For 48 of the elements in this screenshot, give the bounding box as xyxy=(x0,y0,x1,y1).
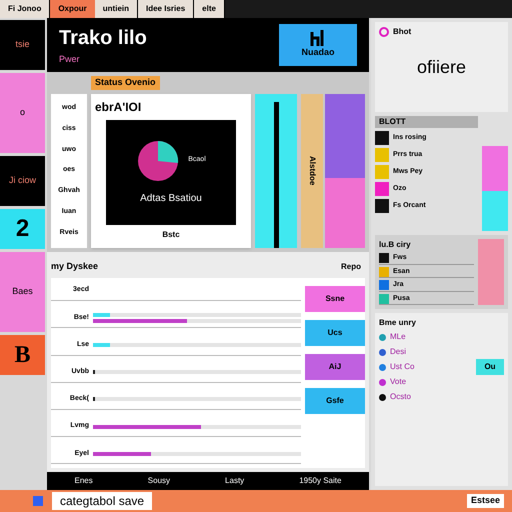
brand-name: ofiiere xyxy=(416,56,466,79)
panel-label: tsie xyxy=(15,38,30,52)
chip-button[interactable]: Ou xyxy=(476,359,504,375)
contact-label[interactable]: MLe xyxy=(390,331,406,343)
grid-icon xyxy=(32,495,44,507)
footer-label: Lasty xyxy=(225,475,244,487)
status-badge[interactable]: Gsfe xyxy=(305,388,365,414)
status-badge[interactable]: AiJ xyxy=(305,354,365,380)
card-title: ebrA'IOI xyxy=(95,98,142,116)
contact-label[interactable]: Desi xyxy=(390,346,406,358)
bottom-label: categtabol save xyxy=(52,492,152,510)
section-title: Bme unry xyxy=(379,317,417,329)
panel-label: 2 xyxy=(16,214,30,244)
footer-label: Enes xyxy=(74,475,93,487)
accent-panel xyxy=(325,178,365,248)
tab[interactable]: Oxpour xyxy=(50,0,95,18)
panel-label: Ji ciow xyxy=(8,174,36,188)
accent-panel xyxy=(478,239,504,305)
card-footer: Bstc xyxy=(162,228,180,240)
brand-label: Bhot xyxy=(393,26,412,38)
logo-label: Nuadao xyxy=(301,46,334,60)
contact-label[interactable]: Vote xyxy=(390,376,406,388)
chart-caption: Adtas Bsatiou xyxy=(140,192,202,206)
panel-label: Baes xyxy=(12,285,33,298)
status-badge[interactable]: Ssne xyxy=(305,286,365,312)
circle-icon xyxy=(379,27,389,37)
list-title: BLOTT xyxy=(375,116,478,128)
table-title: my Dyskee xyxy=(51,260,98,273)
panel-label: o xyxy=(20,106,25,120)
status-badge[interactable]: Ucs xyxy=(305,320,365,346)
panel-label: B xyxy=(14,341,30,370)
footer-label: 1950y Saite xyxy=(299,475,342,487)
tab[interactable]: Fi Jonoo xyxy=(0,0,50,18)
bottom-right-label: Estsee xyxy=(466,494,504,508)
app-title: Trako lilo xyxy=(59,26,147,52)
section-tag: Status Ovenio xyxy=(91,76,160,90)
contact-label[interactable]: Ocsto xyxy=(390,391,411,403)
footer-label: Sousy xyxy=(148,475,170,487)
pie-chart-icon xyxy=(136,138,180,182)
app-subtitle: Pwer xyxy=(59,53,81,66)
section-title: lu.B ciry xyxy=(379,239,412,251)
tab[interactable]: untiein xyxy=(94,0,138,18)
accent-panel xyxy=(482,146,508,191)
contact-label[interactable]: Ust Co xyxy=(390,361,414,373)
vertical-label: Alstdoe xyxy=(307,156,318,186)
accent-panel xyxy=(482,191,508,231)
tab[interactable]: Idee Isries xyxy=(138,0,194,18)
tab[interactable]: elte xyxy=(194,0,225,18)
